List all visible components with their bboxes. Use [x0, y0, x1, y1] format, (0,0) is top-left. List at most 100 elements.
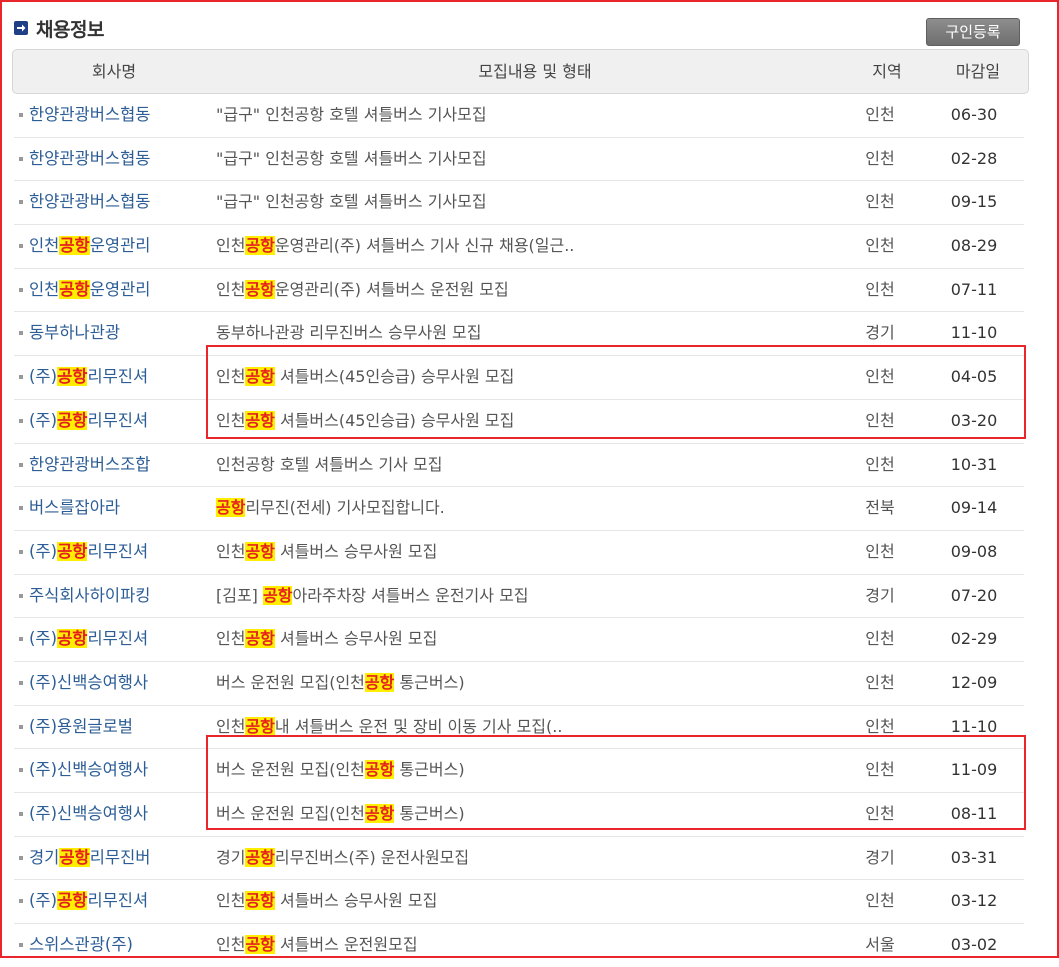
- job-title-link[interactable]: 인천공항운영관리(주) 셔틀버스 운전원 모집: [216, 269, 509, 311]
- company-link[interactable]: 동부하나관광: [29, 312, 120, 354]
- region-cell: 인천: [865, 672, 895, 692]
- deadline-cell: 07-20: [950, 585, 998, 605]
- bullet-icon: [19, 812, 23, 816]
- deadline-cell: 10-31: [950, 454, 998, 474]
- bullet-icon: [19, 855, 23, 860]
- job-list: 한양관광버스협동 "급구" 인천공항 호텔 셔틀버스 기사모집 인천 06-30 한양관…: [14, 94, 1024, 967]
- table-row: 인천공항운영관리 인천공항운영관리(주) 셔틀버스 운전원 모집 인천 07-11: [14, 269, 1024, 313]
- company-link[interactable]: (주)공항리무진셔: [29, 356, 148, 398]
- keyword-highlight: 공항: [245, 279, 275, 299]
- deadline-cell: 02-28: [950, 148, 998, 168]
- region-cell: 인천: [865, 279, 895, 299]
- bullet-icon: [19, 899, 23, 904]
- region-cell: 인천: [865, 236, 895, 256]
- keyword-highlight: 공항: [245, 891, 275, 911]
- deadline-cell: 09-14: [950, 498, 998, 518]
- keyword-highlight: 공항: [216, 498, 246, 518]
- register-job-button[interactable]: 구인등록: [926, 18, 1020, 46]
- bullet-icon: [19, 375, 23, 380]
- region-cell: 인천: [865, 148, 895, 168]
- job-title-link[interactable]: "급구" 인천공항 호텔 셔틀버스 기사모집: [216, 181, 487, 223]
- arrow-right-icon: [14, 21, 28, 35]
- company-link[interactable]: (주)신백승여행사: [29, 749, 148, 791]
- company-link[interactable]: 한양관광버스협동: [29, 94, 150, 136]
- deadline-cell: 03-02: [950, 935, 998, 955]
- company-link[interactable]: (주)공항리무진셔: [29, 531, 148, 573]
- region-cell: 경기: [865, 585, 895, 605]
- company-link[interactable]: (주)신백승여행사: [29, 793, 148, 835]
- table-row: 스위스관광(주) 인천공항 셔틀버스 운전원모집 서울 03-02: [14, 924, 1024, 967]
- column-header-company: 회사명: [91, 62, 137, 81]
- keyword-highlight: 공항: [245, 847, 275, 867]
- company-link[interactable]: 경기공항리무진버: [29, 837, 150, 879]
- job-title-link[interactable]: 인천공항운영관리(주) 셔틀버스 기사 신규 채용(일근..: [216, 225, 574, 267]
- bullet-icon: [19, 943, 23, 948]
- company-link[interactable]: 한양관광버스협동: [29, 181, 150, 223]
- annotation-box: [206, 345, 1026, 439]
- region-cell: 서울: [865, 935, 895, 955]
- deadline-cell: 06-30: [950, 105, 998, 124]
- deadline-cell: 08-29: [950, 236, 998, 256]
- company-link[interactable]: 한양관광버스협동: [29, 138, 150, 180]
- region-cell: 인천: [865, 629, 895, 649]
- company-link[interactable]: (주)공항리무진셔: [29, 400, 148, 442]
- job-title-link[interactable]: 인천공항 셔틀버스 승무사원 모집: [216, 880, 437, 922]
- job-title-link[interactable]: 버스 운전원 모집(인천공항 통근버스): [216, 662, 465, 704]
- table-row: 경기공항리무진버 경기공항리무진버스(주) 운전사원모집 경기 03-31: [14, 837, 1024, 881]
- bullet-icon: [19, 287, 23, 292]
- job-title-link[interactable]: 공항리무진(전세) 기사모집합니다.: [216, 487, 445, 529]
- deadline-cell: 09-15: [950, 192, 998, 212]
- keyword-highlight: 공항: [245, 236, 275, 256]
- bullet-icon: [19, 418, 23, 423]
- table-row: 버스를잡아라 공항리무진(전세) 기사모집합니다. 전북 09-14: [14, 487, 1024, 531]
- region-cell: 전북: [865, 498, 895, 518]
- company-link[interactable]: (주)신백승여행사: [29, 662, 148, 704]
- job-title-link[interactable]: [김포] 공항아라주차장 셔틀버스 운전기사 모집: [216, 575, 529, 617]
- company-link[interactable]: 인천공항운영관리: [29, 269, 150, 311]
- deadline-cell: 02-29: [950, 629, 998, 649]
- keyword-highlight: 공항: [245, 935, 275, 955]
- region-cell: 경기: [865, 847, 895, 867]
- keyword-highlight: 공항: [245, 629, 275, 649]
- bullet-icon: [19, 244, 23, 249]
- bullet-icon: [19, 637, 23, 642]
- deadline-cell: 09-08: [950, 541, 998, 561]
- keyword-highlight: 공항: [59, 279, 90, 299]
- keyword-highlight: 공항: [59, 847, 90, 867]
- bullet-icon: [19, 724, 23, 729]
- table-row: 한양관광버스협동 "급구" 인천공항 호텔 셔틀버스 기사모집 인천 06-30: [14, 94, 1024, 138]
- region-cell: 인천: [865, 541, 895, 561]
- bullet-icon: [19, 200, 23, 205]
- job-title-link[interactable]: 인천공항 셔틀버스 승무사원 모집: [216, 531, 437, 573]
- bullet-icon: [19, 113, 23, 117]
- job-title-link[interactable]: "급구" 인천공항 호텔 셔틀버스 기사모집: [216, 94, 487, 136]
- bullet-icon: [19, 331, 23, 336]
- job-title-link[interactable]: 경기공항리무진버스(주) 운전사원모집: [216, 837, 469, 879]
- job-title-link[interactable]: 인천공항 셔틀버스 운전원모집: [216, 924, 418, 966]
- bullet-icon: [19, 462, 23, 467]
- keyword-highlight: 공항: [57, 629, 88, 649]
- region-cell: 인천: [865, 105, 895, 124]
- page-title: 채용정보: [36, 18, 104, 41]
- annotation-box: [206, 735, 1026, 830]
- company-link[interactable]: 인천공항운영관리: [29, 225, 150, 267]
- job-title-link[interactable]: "급구" 인천공항 호텔 셔틀버스 기사모집: [216, 138, 487, 180]
- company-link[interactable]: 주식회사하이파킹: [29, 575, 150, 617]
- job-title-link[interactable]: 인천공항 호텔 셔틀버스 기사 모집: [216, 444, 442, 486]
- keyword-highlight: 공항: [364, 672, 395, 692]
- bullet-icon: [19, 506, 23, 511]
- table-header: 회사명 모집내용 및 형태 지역 마감일: [12, 49, 1029, 94]
- company-link[interactable]: (주)용원글로벌: [29, 706, 133, 748]
- section-header: 채용정보: [14, 14, 104, 42]
- company-link[interactable]: 스위스관광(주): [29, 924, 133, 966]
- keyword-highlight: 공항: [263, 585, 293, 605]
- deadline-cell: 12-09: [950, 672, 998, 692]
- deadline-cell: 07-11: [950, 279, 998, 299]
- company-link[interactable]: 버스를잡아라: [29, 487, 120, 529]
- company-link[interactable]: (주)공항리무진셔: [29, 880, 148, 922]
- table-row: 한양관광버스협동 "급구" 인천공항 호텔 셔틀버스 기사모집 인천 02-28: [14, 138, 1024, 182]
- company-link[interactable]: 한양관광버스조합: [29, 444, 150, 486]
- company-link[interactable]: (주)공항리무진셔: [29, 618, 148, 660]
- job-title-link[interactable]: 인천공항 셔틀버스 승무사원 모집: [216, 618, 437, 660]
- region-cell: 인천: [865, 192, 895, 212]
